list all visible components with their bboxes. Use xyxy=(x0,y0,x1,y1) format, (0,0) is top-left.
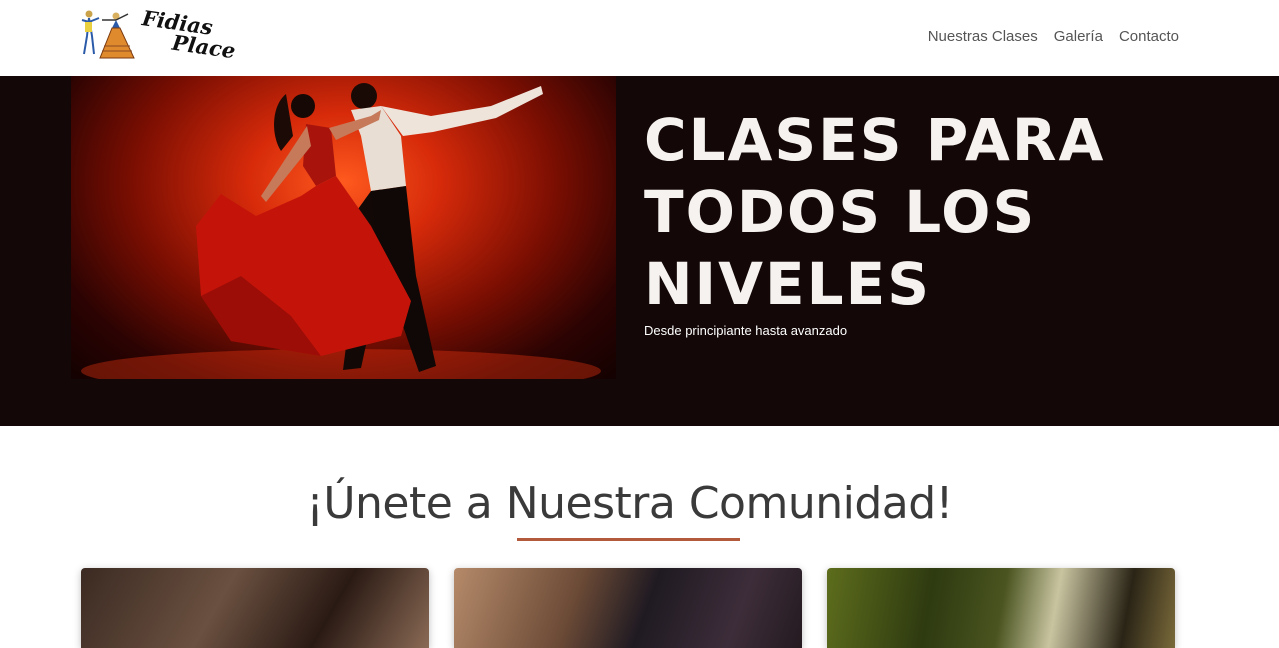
community-card-2[interactable] xyxy=(454,568,802,648)
hero-title: CLASES PARA TODOS LOS NIVELES xyxy=(644,106,1106,318)
hero-section: CLASES PARA TODOS LOS NIVELES Desde prin… xyxy=(0,76,1279,426)
hero-subtitle: Desde principiante hasta avanzado xyxy=(644,323,848,338)
community-photo-2 xyxy=(454,568,802,648)
community-photo-3 xyxy=(827,568,1175,648)
community-title: ¡Únete a Nuestra Comunidad! xyxy=(306,478,953,529)
community-card-1[interactable] xyxy=(81,568,429,648)
brand-name-line2: Place xyxy=(170,29,237,64)
nav-link-nuestras-clases[interactable]: Nuestras Clases xyxy=(928,28,1038,45)
title-underline xyxy=(517,538,740,541)
nav-link-contacto[interactable]: Contacto xyxy=(1119,28,1179,45)
dancing-couple-image xyxy=(71,76,616,379)
navbar: Fidias Place Nuestras Clases Galería Con… xyxy=(0,0,1279,76)
dancers-logo-icon xyxy=(81,10,135,59)
nav-link-galeria[interactable]: Galería xyxy=(1054,28,1103,45)
dancers-silhouette-icon xyxy=(81,83,601,379)
main-nav: Nuestras Clases Galería Contacto xyxy=(928,28,1179,45)
community-card-3[interactable] xyxy=(827,568,1175,648)
community-photo-1 xyxy=(81,568,429,648)
brand-logo[interactable]: Fidias Place xyxy=(72,5,237,66)
